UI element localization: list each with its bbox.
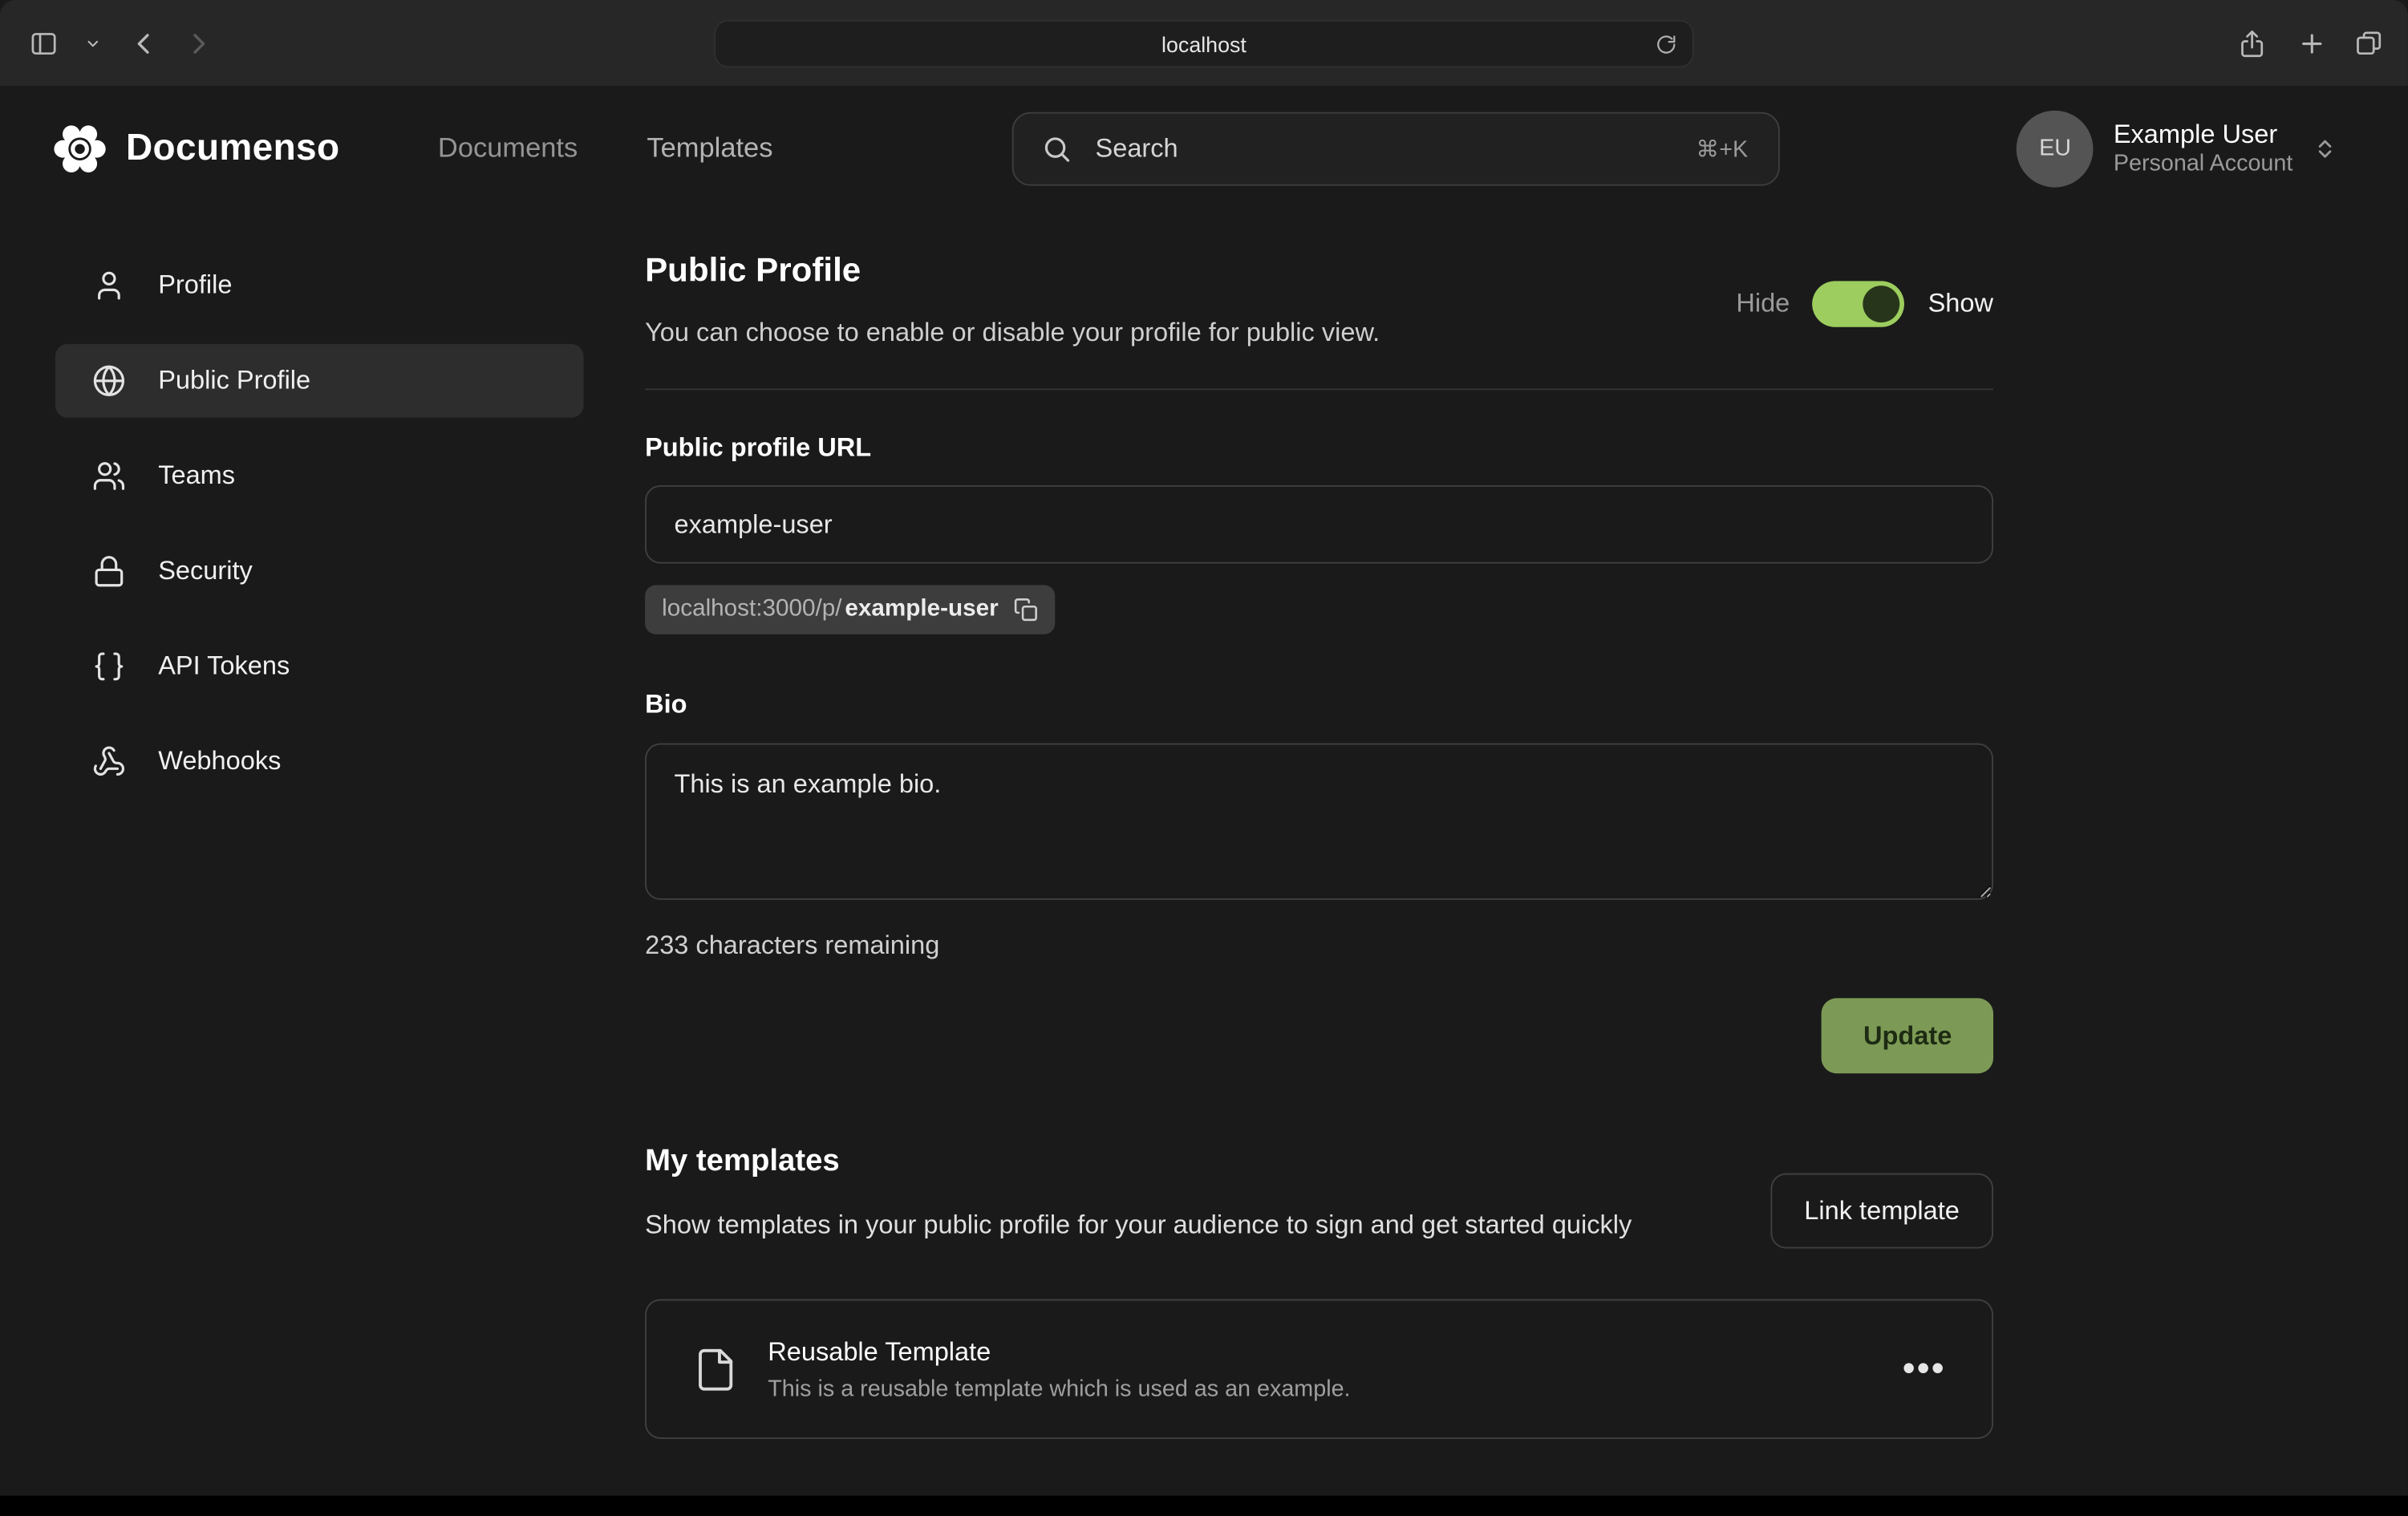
globe-icon bbox=[92, 364, 126, 398]
sidebar-item-label: Profile bbox=[158, 270, 232, 301]
user-meta: Example User Personal Account bbox=[2114, 117, 2293, 179]
bio-textarea[interactable]: This is an example bio. bbox=[645, 744, 1993, 900]
nav-templates[interactable]: Templates bbox=[647, 132, 772, 164]
url-preview-prefix: localhost:3000/p/ bbox=[662, 596, 841, 623]
chevrons-up-down-icon bbox=[2313, 136, 2337, 160]
my-templates-description: Show templates in your public profile fo… bbox=[645, 1206, 1632, 1246]
settings-sidebar: Profile Public Profile Teams Security AP… bbox=[55, 249, 584, 820]
public-profile-panel: Public Profile You can choose to enable … bbox=[645, 247, 1993, 1439]
back-icon[interactable] bbox=[123, 22, 166, 65]
documenso-logo-icon bbox=[51, 119, 109, 177]
page-subtitle: You can choose to enable or disable your… bbox=[645, 314, 1380, 351]
update-button[interactable]: Update bbox=[1822, 998, 1993, 1073]
sidebar-toggle-icon[interactable] bbox=[22, 22, 65, 65]
template-description: This is a reusable template which is use… bbox=[768, 1375, 1350, 1401]
url-field-label: Public profile URL bbox=[645, 433, 1993, 464]
users-icon bbox=[92, 459, 126, 492]
sidebar-item-label: Teams bbox=[158, 460, 235, 491]
user-account-type: Personal Account bbox=[2114, 150, 2293, 179]
sidebar-item-public-profile[interactable]: Public Profile bbox=[55, 344, 584, 418]
public-profile-url-input[interactable] bbox=[645, 485, 1993, 564]
hide-label: Hide bbox=[1736, 289, 1790, 319]
browser-toolbar: localhost bbox=[0, 0, 2408, 86]
characters-remaining: 233 characters remaining bbox=[645, 930, 1993, 961]
share-icon[interactable] bbox=[2230, 22, 2273, 65]
brand-name: Documenso bbox=[126, 127, 339, 170]
nav-documents[interactable]: Documents bbox=[438, 132, 578, 164]
app-header: Documenso Documents Templates ⌘+K EU Exa… bbox=[0, 86, 2408, 210]
page-title: Public Profile bbox=[645, 247, 1380, 293]
brand[interactable]: Documenso bbox=[51, 119, 339, 177]
visibility-controls: Hide Show bbox=[1736, 281, 1993, 326]
link-template-button[interactable]: Link template bbox=[1770, 1173, 1993, 1249]
my-templates-title: My templates bbox=[645, 1144, 1632, 1179]
sidebar-item-api-tokens[interactable]: API Tokens bbox=[55, 630, 584, 703]
avatar[interactable]: EU bbox=[2017, 110, 2094, 187]
sidebar-item-label: API Tokens bbox=[158, 651, 290, 682]
user-icon bbox=[92, 269, 126, 302]
tab-overview-icon[interactable] bbox=[2346, 22, 2390, 65]
webhook-icon bbox=[92, 745, 126, 779]
bio-field-label: Bio bbox=[645, 690, 1993, 720]
user-name: Example User bbox=[2114, 117, 2293, 150]
sidebar-item-security[interactable]: Security bbox=[55, 534, 584, 608]
chevron-down-icon[interactable] bbox=[71, 22, 114, 65]
address-bar-text: localhost bbox=[1161, 31, 1247, 56]
sidebar-item-label: Public Profile bbox=[158, 366, 310, 396]
lock-icon bbox=[92, 554, 126, 588]
url-preview-slug: example-user bbox=[845, 596, 998, 623]
bottom-strip bbox=[0, 1496, 2408, 1516]
toggle-knob bbox=[1863, 286, 1900, 322]
sidebar-item-label: Webhooks bbox=[158, 746, 281, 776]
new-tab-icon[interactable] bbox=[2290, 22, 2333, 65]
sidebar-item-profile[interactable]: Profile bbox=[55, 249, 584, 322]
sidebar-item-label: Security bbox=[158, 556, 253, 586]
show-label: Show bbox=[1928, 289, 1993, 319]
app-window: localhost Docume bbox=[0, 0, 2408, 1516]
url-preview-pill: localhost:3000/p/ example-user bbox=[645, 585, 1055, 634]
ellipsis-icon[interactable]: ••• bbox=[1903, 1351, 1946, 1388]
user-menu[interactable]: EU Example User Personal Account bbox=[2017, 110, 2337, 187]
template-card: Reusable Template This is a reusable tem… bbox=[645, 1299, 1993, 1439]
forward-icon bbox=[175, 22, 218, 65]
search-input[interactable] bbox=[1093, 132, 1676, 165]
search-shortcut: ⌘+K bbox=[1697, 135, 1749, 162]
braces-icon bbox=[92, 650, 126, 683]
divider bbox=[645, 388, 1993, 390]
file-icon bbox=[692, 1346, 738, 1392]
address-bar[interactable]: localhost bbox=[714, 20, 1693, 67]
main-nav: Documents Templates bbox=[438, 132, 773, 164]
reload-icon[interactable] bbox=[1651, 29, 1681, 59]
profile-visibility-toggle[interactable] bbox=[1813, 281, 1905, 326]
search-icon bbox=[1042, 133, 1072, 164]
sidebar-item-teams[interactable]: Teams bbox=[55, 440, 584, 513]
sidebar-item-webhooks[interactable]: Webhooks bbox=[55, 725, 584, 799]
template-name: Reusable Template bbox=[768, 1337, 1350, 1368]
content: Profile Public Profile Teams Security AP… bbox=[0, 210, 2408, 1497]
global-search[interactable]: ⌘+K bbox=[1012, 111, 1780, 185]
copy-icon[interactable] bbox=[1014, 598, 1039, 622]
